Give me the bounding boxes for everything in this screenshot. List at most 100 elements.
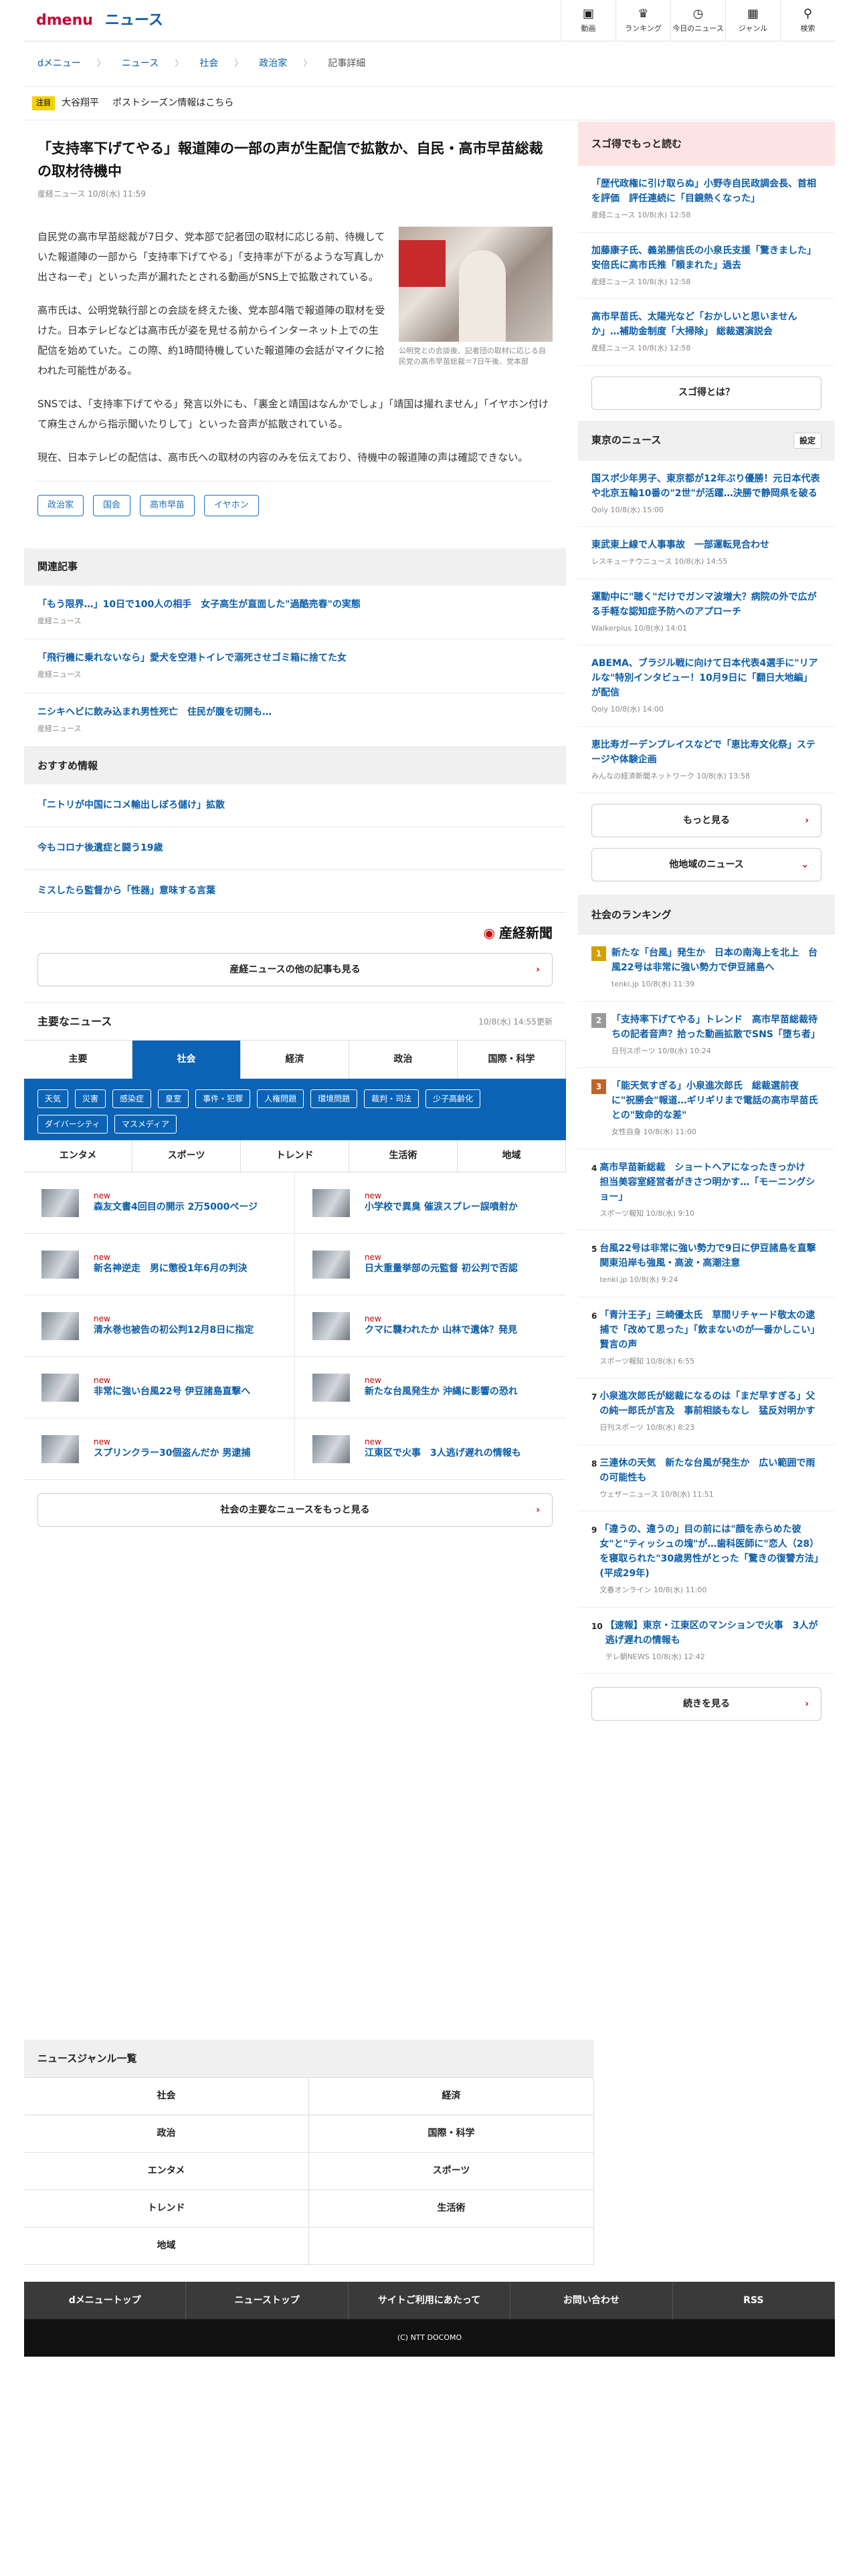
news-item[interactable]: new 新たな台風発生か 沖縄に影響の恐れ: [295, 1357, 566, 1419]
ranking-item[interactable]: 8 三連休の天気 新たな台風が発生か 広い範囲で雨の可能性も ウェザーニュース 10…: [578, 1445, 835, 1511]
genre-link[interactable]: 地域: [24, 2228, 309, 2265]
ranking-item[interactable]: 6 「青汁王子」三崎優太氏 草間リチャード敬太の逮捕で「改めて思った」「飲まないの…: [578, 1297, 835, 1378]
tag-button[interactable]: 政治家: [37, 495, 84, 516]
tokyo-news-item[interactable]: 東武東上線で人事事故 一部運転見合わせ レスキューナウニュース 10/8(水) 1…: [578, 527, 835, 579]
nav-genre[interactable]: ▦ ジャンル: [725, 0, 780, 41]
footer-link[interactable]: dメニュートップ: [24, 2282, 187, 2319]
subgenre-chip[interactable]: 少子高齢化: [425, 1089, 481, 1109]
footer-link[interactable]: RSS: [673, 2282, 836, 2319]
genre-link[interactable]: 経済: [309, 2078, 594, 2115]
ranking-item[interactable]: 2 「支持率下げてやる」トレンド 高市早苗総裁待ちの記者音声？拾った動画拡散でSN…: [578, 1002, 835, 1068]
ranking-item[interactable]: 4 高市早苗新総裁 ショートヘアになったきっかけ 担当美容室経営者がきさつ明かす……: [578, 1150, 835, 1230]
button-label: 続きを見る: [683, 1698, 730, 1709]
tag-button[interactable]: イヤホン: [204, 495, 259, 516]
footer-link[interactable]: ニューストップ: [186, 2282, 349, 2319]
subgenre-chip[interactable]: 天気: [37, 1089, 69, 1109]
tokyo-news-item[interactable]: ABEMA、ブラジル戦に向けて日本代表4選手に"リアルな"特別インタビュー！10…: [578, 645, 835, 727]
tab-entertainment[interactable]: エンタメ: [24, 1140, 132, 1172]
ranking-item[interactable]: 10 【速報】東京・江東区のマンションで火事 3人が逃げ遅れの情報も テレ朝NEWS…: [578, 1608, 835, 1674]
tab-region[interactable]: 地域: [458, 1140, 566, 1172]
news-item[interactable]: new 森友文書4回目の開示 2万5000ページ: [24, 1172, 295, 1235]
tab-society[interactable]: 社会: [132, 1041, 241, 1079]
sugotoku-item[interactable]: 「歴代政権に引け取らぬ」小野寺自民政調会長、首相を評価 評任連続に「目鏡熱くなっ…: [578, 166, 835, 233]
tokyo-news-item[interactable]: 運動中に"聴く"だけでガンマ波増大？病院の外で広がる手軽な認知症予防へのアプロー…: [578, 579, 835, 645]
news-item[interactable]: new クマに襲われたか 山林で遺体？発見: [295, 1295, 566, 1358]
tab-trend[interactable]: トレンド: [241, 1140, 349, 1172]
sugotoku-about-button[interactable]: スゴ得とは？: [591, 376, 822, 410]
news-item[interactable]: new 非常に強い台風22号 伊豆諸島直撃へ: [24, 1357, 295, 1419]
recommended-item[interactable]: 「ニトリが中国にコメ輸出しぼろ儲け」拡散: [24, 784, 566, 828]
genre-link[interactable]: 社会: [24, 2078, 309, 2115]
subgenre-chip[interactable]: 災害: [75, 1089, 106, 1109]
search-icon: ⚲: [803, 7, 813, 21]
ranking-more-button[interactable]: 続きを見る ›: [591, 1687, 822, 1721]
publisher-more-button[interactable]: 産経ニュースの他の記事も見る ›: [37, 953, 553, 987]
genre-link[interactable]: 国際・科学: [309, 2115, 594, 2153]
ranking-item[interactable]: 5 台風22号は非常に強い勢力で9日に伊豆諸島を直撃 関東沿岸も強風・高波・高潮注…: [578, 1230, 835, 1297]
tab-politics[interactable]: 政治: [349, 1041, 458, 1079]
news-item[interactable]: new 新名神逆走 男に懲役1年6月の判決: [24, 1234, 295, 1296]
breadcrumb-link[interactable]: ニュース: [122, 57, 159, 71]
recommended-item[interactable]: 今もコロナ後遺症と闘う19歳: [24, 827, 566, 871]
sugotoku-item[interactable]: 加藤康子氏、義弟勝信氏の小泉氏支援「驚きました」 安倍氏に高市氏推「頼まれた」過…: [578, 233, 835, 299]
genre-link[interactable]: トレンド: [24, 2190, 309, 2228]
ranking-item[interactable]: 3 「能天気すぎる」小泉進次郎氏 総裁選前夜に"祝勝会"報道…ギリギリまで電話の高…: [578, 1068, 835, 1150]
ranking-item[interactable]: 7 小泉進次郎氏が総裁になるのは「まだ早すぎる」父の純一郎氏が言及 事前相談もなし…: [578, 1378, 835, 1445]
news-item[interactable]: new 江東区で火事 3人逃げ遅れの情報も: [295, 1418, 566, 1481]
related-source: 産経ニュース: [37, 616, 82, 625]
tab-international[interactable]: 国際・科学: [458, 1041, 566, 1079]
genre-link[interactable]: スポーツ: [309, 2153, 594, 2190]
trending-link[interactable]: 大谷翔平: [62, 96, 99, 110]
tag-button[interactable]: 国会: [93, 495, 131, 516]
nav-video[interactable]: ▣ 動画: [561, 0, 615, 41]
news-item[interactable]: new 清水巻也被告の初公判12月8日に指定: [24, 1295, 295, 1358]
subgenre-chip[interactable]: 環境問題: [310, 1089, 358, 1109]
tab-sports[interactable]: スポーツ: [132, 1140, 241, 1172]
trending-link[interactable]: ポストシーズン情報はこちら: [112, 96, 233, 110]
breadcrumb-link[interactable]: dメニュー: [37, 57, 81, 71]
tokyo-more-button[interactable]: もっと見る ›: [591, 804, 822, 837]
subgenre-chip[interactable]: マスメディア: [114, 1115, 177, 1134]
subgenre-chip[interactable]: 人権問題: [257, 1089, 304, 1109]
tokyo-news-item[interactable]: 国スポ少年男子、東京都が12年ぶり優勝！元日本代表や北京五輪10番の"2世"が活…: [578, 461, 835, 527]
tag-button[interactable]: 高市早苗: [140, 495, 195, 516]
tab-main[interactable]: 主要: [24, 1041, 132, 1079]
major-news-more-button[interactable]: 社会の主要なニュースをもっと見る ›: [37, 1493, 553, 1527]
genre-link[interactable]: エンタメ: [24, 2153, 309, 2190]
related-item[interactable]: 「飛行機に乗れないなら」愛犬を空港トイレで溺死させゴミ箱に捨てた女 産経ニュース: [24, 639, 566, 693]
ranking-item[interactable]: 1 新たな「台風」発生か 日本の南海上を北上 台風22号は非常に強い勢力で伊豆諸島…: [578, 935, 835, 1002]
breadcrumb-link[interactable]: 社会: [199, 57, 218, 71]
subgenre-chip[interactable]: 感染症: [112, 1089, 152, 1109]
related-item[interactable]: 「もう限界…」10日で100人の相手 女子高生が直面した"過酷売春"の実態 産経ニ…: [24, 586, 566, 640]
footer-link[interactable]: お問い合わせ: [510, 2282, 673, 2319]
genre-link[interactable]: 政治: [24, 2115, 309, 2153]
subgenre-chip[interactable]: 事件・犯罪: [195, 1089, 251, 1109]
other-region-button[interactable]: 他地域のニュース ⌄: [591, 848, 822, 881]
genre-link[interactable]: 生活術: [309, 2190, 594, 2228]
nav-today[interactable]: ◷ 今日のニュース: [670, 0, 725, 41]
nav-search[interactable]: ⚲ 検索: [780, 0, 835, 41]
trophy-icon: ♛: [638, 7, 649, 21]
recommended-item[interactable]: ミスしたら監督から「性器」意味する言葉: [24, 870, 566, 914]
tab-economy[interactable]: 経済: [241, 1041, 349, 1079]
nav-label: 動画: [581, 24, 596, 33]
ranking-item[interactable]: 9 「違うの、違うの」目の前には"顔を赤らめた彼女"と"ティッシュの塊"が…歯科医…: [578, 1511, 835, 1608]
settings-button[interactable]: 設定: [793, 432, 822, 449]
subgenre-chip[interactable]: 裁判・司法: [364, 1089, 419, 1109]
news-item[interactable]: new 日大重量挙部の元監督 初公判で否認: [295, 1234, 566, 1296]
tokyo-news-item[interactable]: 恵比寿ガーデンプレイスなどで「恵比寿文化祭」ステージや体験企画 みんなの経済新聞ネ…: [578, 727, 835, 793]
related-item[interactable]: ニシキヘビに飲み込まれ男性死亡 住民が腹を切開も… 産経ニュース: [24, 693, 566, 748]
new-badge: new: [365, 1191, 381, 1201]
trending-bar: 注目 大谷翔平 ポストシーズン情報はこちら: [24, 87, 835, 120]
site-logo[interactable]: d menu ニュース: [36, 9, 163, 31]
subgenre-chip[interactable]: ダイバーシティ: [37, 1115, 108, 1134]
tab-lifestyle[interactable]: 生活術: [349, 1140, 458, 1172]
sugotoku-item[interactable]: 高市早苗氏、太陽光など「おかしいと思いませんか」…補助金制度「大掃除」 総裁選演…: [578, 299, 835, 366]
footer-link[interactable]: サイトご利用にあたって: [349, 2282, 511, 2319]
subgenre-chip[interactable]: 皇室: [158, 1089, 189, 1109]
news-item[interactable]: new スプリンクラー30個盗んだか 男逮捕: [24, 1418, 295, 1481]
breadcrumb-link[interactable]: 政治家: [259, 57, 287, 71]
article-photo[interactable]: 公明党との会談後、記者団の取材に応じる自民党の高市早苗総裁＝7日午後、党本部: [399, 227, 553, 367]
nav-ranking[interactable]: ♛ ランキング: [615, 0, 670, 41]
news-item[interactable]: new 小学校で異臭 催涙スプレー誤噴射か: [295, 1172, 566, 1235]
